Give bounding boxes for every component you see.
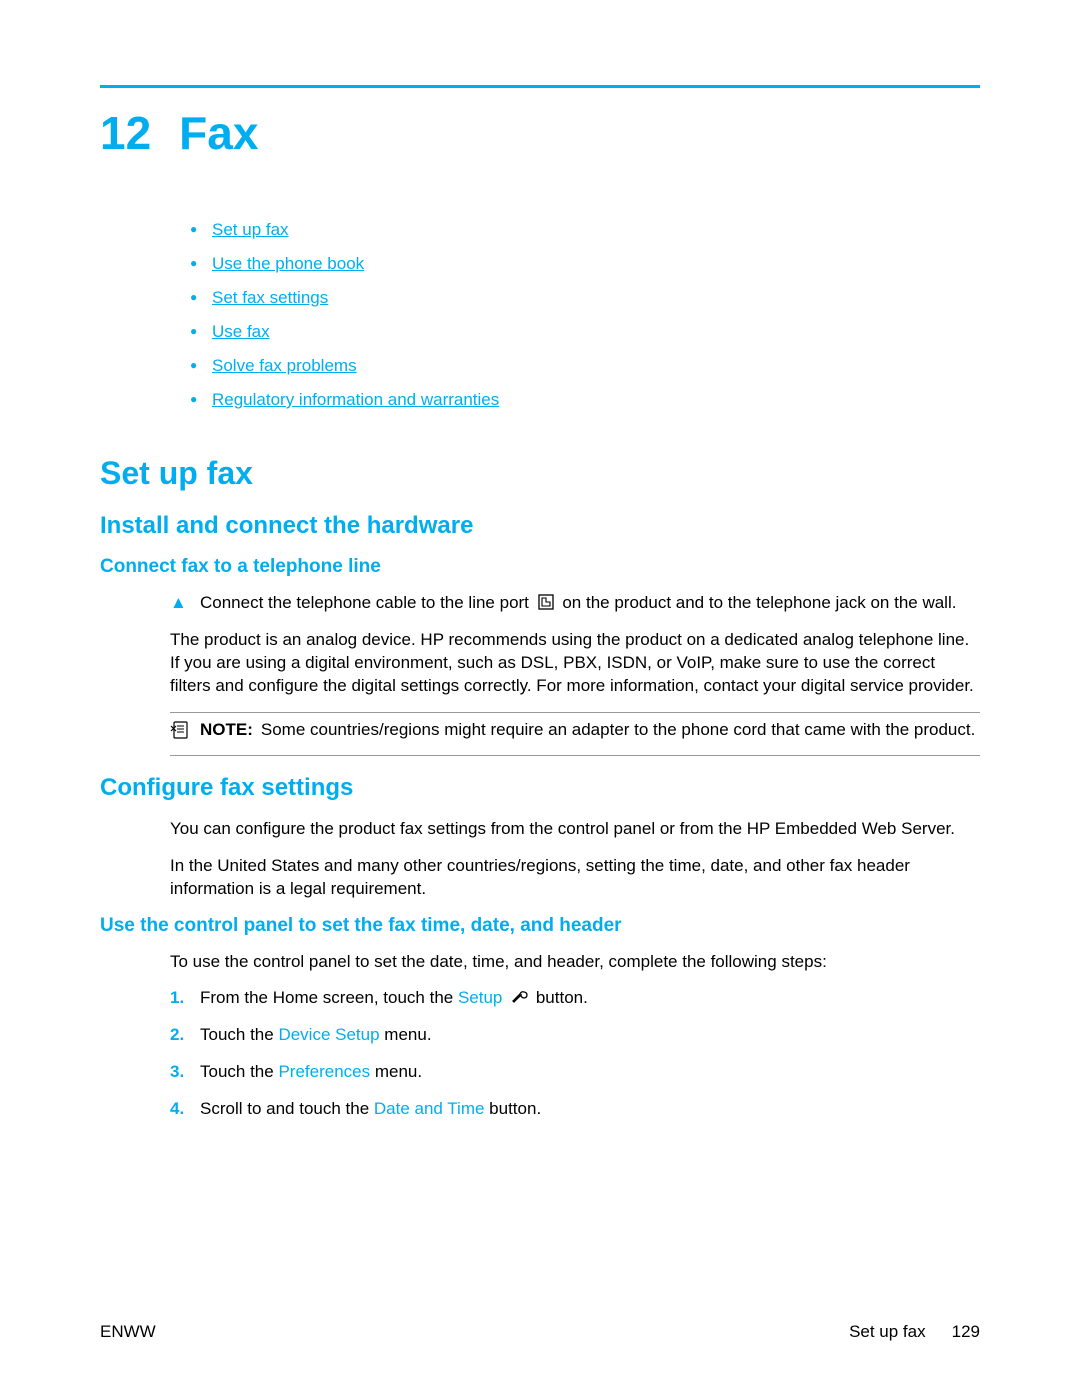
step-text: on the product and to the telephone jack… [558,593,957,612]
step-number: 2. [170,1024,200,1047]
chapter-name: Fax [179,107,258,159]
footer-section: Set up fax [849,1322,926,1342]
ui-reference: Preferences [278,1062,370,1081]
ordered-steps: 1. From the Home screen, touch the Setup… [170,987,980,1121]
ui-reference: Setup [458,988,502,1007]
toc-link[interactable]: Set fax settings [212,288,328,307]
step-text: menu. [370,1062,422,1081]
chapter-title: 12 Fax [100,106,980,160]
toc-link[interactable]: Regulatory information and warranties [212,390,499,409]
body-paragraph: You can configure the product fax settin… [170,818,980,841]
procedure-step: ▲ Connect the telephone cable to the lin… [170,592,980,615]
toc-link[interactable]: Use the phone book [212,254,364,273]
list-item: 4. Scroll to and touch the Date and Time… [170,1098,980,1121]
line-port-icon [537,593,555,611]
note-text: Some countries/regions might require an … [261,720,975,739]
ui-reference: Device Setup [278,1025,379,1044]
subsubsection-title: Connect fax to a telephone line [100,556,980,578]
step-number: 3. [170,1061,200,1084]
step-text: menu. [380,1025,432,1044]
step-number: 1. [170,987,200,1010]
footer-left: ENWW [100,1322,156,1342]
section-title: Set up fax [100,455,980,492]
list-item: 1. From the Home screen, touch the Setup… [170,987,980,1010]
ui-reference: Date and Time [374,1099,485,1118]
toc-link[interactable]: Set up fax [212,220,289,239]
chapter-toc: Set up fax Use the phone book Set fax se… [190,220,980,410]
step-text: Scroll to and touch the [200,1099,374,1118]
footer-page-number: 129 [952,1322,980,1342]
list-item: 3. Touch the Preferences menu. [170,1061,980,1084]
page-footer: ENWW Set up fax 129 [100,1322,980,1342]
body-paragraph: To use the control panel to set the date… [170,951,980,974]
note-box: NOTE: Some countries/regions might requir… [170,712,980,756]
step-text: button. [484,1099,541,1118]
triangle-bullet-icon: ▲ [170,592,200,615]
note-label: NOTE: [200,720,253,739]
top-rule [100,85,980,88]
note-icon [170,719,200,749]
step-text: Touch the [200,1025,278,1044]
body-paragraph: The product is an analog device. HP reco… [170,629,980,698]
toc-link[interactable]: Use fax [212,322,270,341]
subsection-title: Install and connect the hardware [100,512,980,540]
body-paragraph: In the United States and many other coun… [170,855,980,901]
toc-link[interactable]: Solve fax problems [212,356,357,375]
step-number: 4. [170,1098,200,1121]
chapter-number: 12 [100,107,151,159]
step-text: Touch the [200,1062,278,1081]
subsubsection-title: Use the control panel to set the fax tim… [100,915,980,937]
setup-wrench-icon [510,988,528,1006]
step-text: From the Home screen, touch the [200,988,458,1007]
subsection-title: Configure fax settings [100,774,980,802]
step-text: button. [531,988,588,1007]
step-text: Connect the telephone cable to the line … [200,593,534,612]
list-item: 2. Touch the Device Setup menu. [170,1024,980,1047]
